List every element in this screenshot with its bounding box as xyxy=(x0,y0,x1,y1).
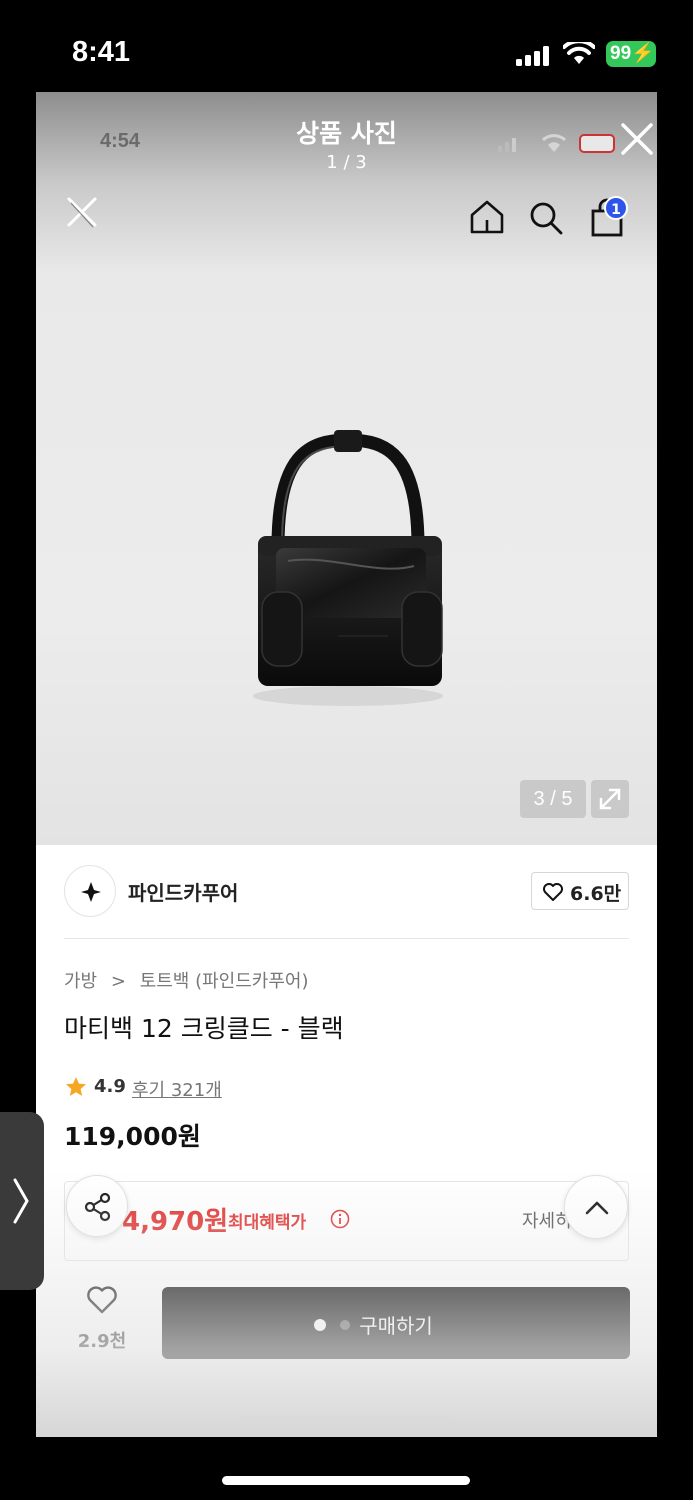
close-icon[interactable] xyxy=(620,122,654,156)
brand-logo-icon xyxy=(81,882,101,902)
buy-button-label: 구매하기 xyxy=(359,1314,433,1338)
image-counter: 3 / 5 xyxy=(520,780,586,818)
brand-like-button[interactable]: 6.6만 xyxy=(531,872,629,910)
home-indicator[interactable] xyxy=(222,1476,470,1485)
breadcrumb-separator: > xyxy=(110,971,126,992)
status-time: 8:41 xyxy=(72,36,131,68)
product-info: 파인드카푸어 6.6만 가방 > 토트백 (파인드카푸어) 마티백 12 크링클… xyxy=(36,845,657,1437)
wishlist-count: 2.9천 xyxy=(77,1331,127,1352)
product-title: 마티백 12 크링클드 - 블랙 xyxy=(64,1014,344,1043)
search-icon[interactable] xyxy=(528,200,564,236)
device-status-bar: 8:41 99⚡ xyxy=(0,0,693,92)
viewer-page-count: 1 / 3 xyxy=(326,152,367,173)
scroll-top-button[interactable] xyxy=(564,1175,628,1239)
brand-like-count: 6.6만 xyxy=(570,883,622,905)
inner-home-indicator xyxy=(236,1415,456,1423)
close-icon[interactable] xyxy=(64,194,100,230)
heart-icon xyxy=(543,883,563,901)
share-icon xyxy=(84,1192,111,1222)
breadcrumb-item[interactable]: 토트백 (파인드카푸어) xyxy=(140,967,309,993)
app-screenshot: 4:54 상품 사진 1 / 3 1 3 / 5 파인드카푸어 6.6만 가방 … xyxy=(36,92,657,1437)
star-icon xyxy=(66,1077,86,1096)
viewer-title: 상품 사진 xyxy=(296,119,397,148)
battery-level: 99 xyxy=(610,43,632,64)
info-icon[interactable] xyxy=(330,1209,350,1229)
share-button[interactable] xyxy=(66,1175,128,1237)
benefit-price: 4,970원 xyxy=(122,1207,229,1237)
product-price: 119,000원 xyxy=(64,1122,201,1151)
brand-logo[interactable] xyxy=(64,865,116,917)
breadcrumb-item[interactable]: 가방 xyxy=(64,967,97,993)
heart-icon xyxy=(87,1286,117,1314)
wifi-icon xyxy=(563,42,595,64)
battery-indicator: 99⚡ xyxy=(606,41,656,67)
chevron-up-icon xyxy=(585,1201,609,1215)
breadcrumb: 가방 > 토트백 (파인드카푸어) xyxy=(64,967,309,993)
chevron-right-icon xyxy=(13,1178,29,1224)
expand-icon xyxy=(599,788,621,810)
expand-button[interactable] xyxy=(591,780,629,818)
wishlist-button[interactable]: 2.9천 xyxy=(72,1283,132,1353)
benefit-label: 최대혜택가 xyxy=(228,1213,307,1233)
side-panel-handle[interactable] xyxy=(0,1112,44,1290)
review-count-link[interactable]: 후기 321개 xyxy=(132,1076,222,1102)
rating-value: 4.9 xyxy=(94,1076,126,1097)
divider xyxy=(64,938,629,939)
product-image[interactable] xyxy=(238,426,478,726)
brand-name[interactable]: 파인드카푸어 xyxy=(128,877,238,906)
cart-count-badge: 1 xyxy=(604,196,628,220)
home-icon[interactable] xyxy=(468,198,506,236)
product-gallery[interactable]: 4:54 상품 사진 1 / 3 1 3 / 5 xyxy=(36,92,657,845)
buy-button[interactable]: 구매하기 xyxy=(162,1287,630,1359)
cellular-signal-icon xyxy=(516,46,549,66)
